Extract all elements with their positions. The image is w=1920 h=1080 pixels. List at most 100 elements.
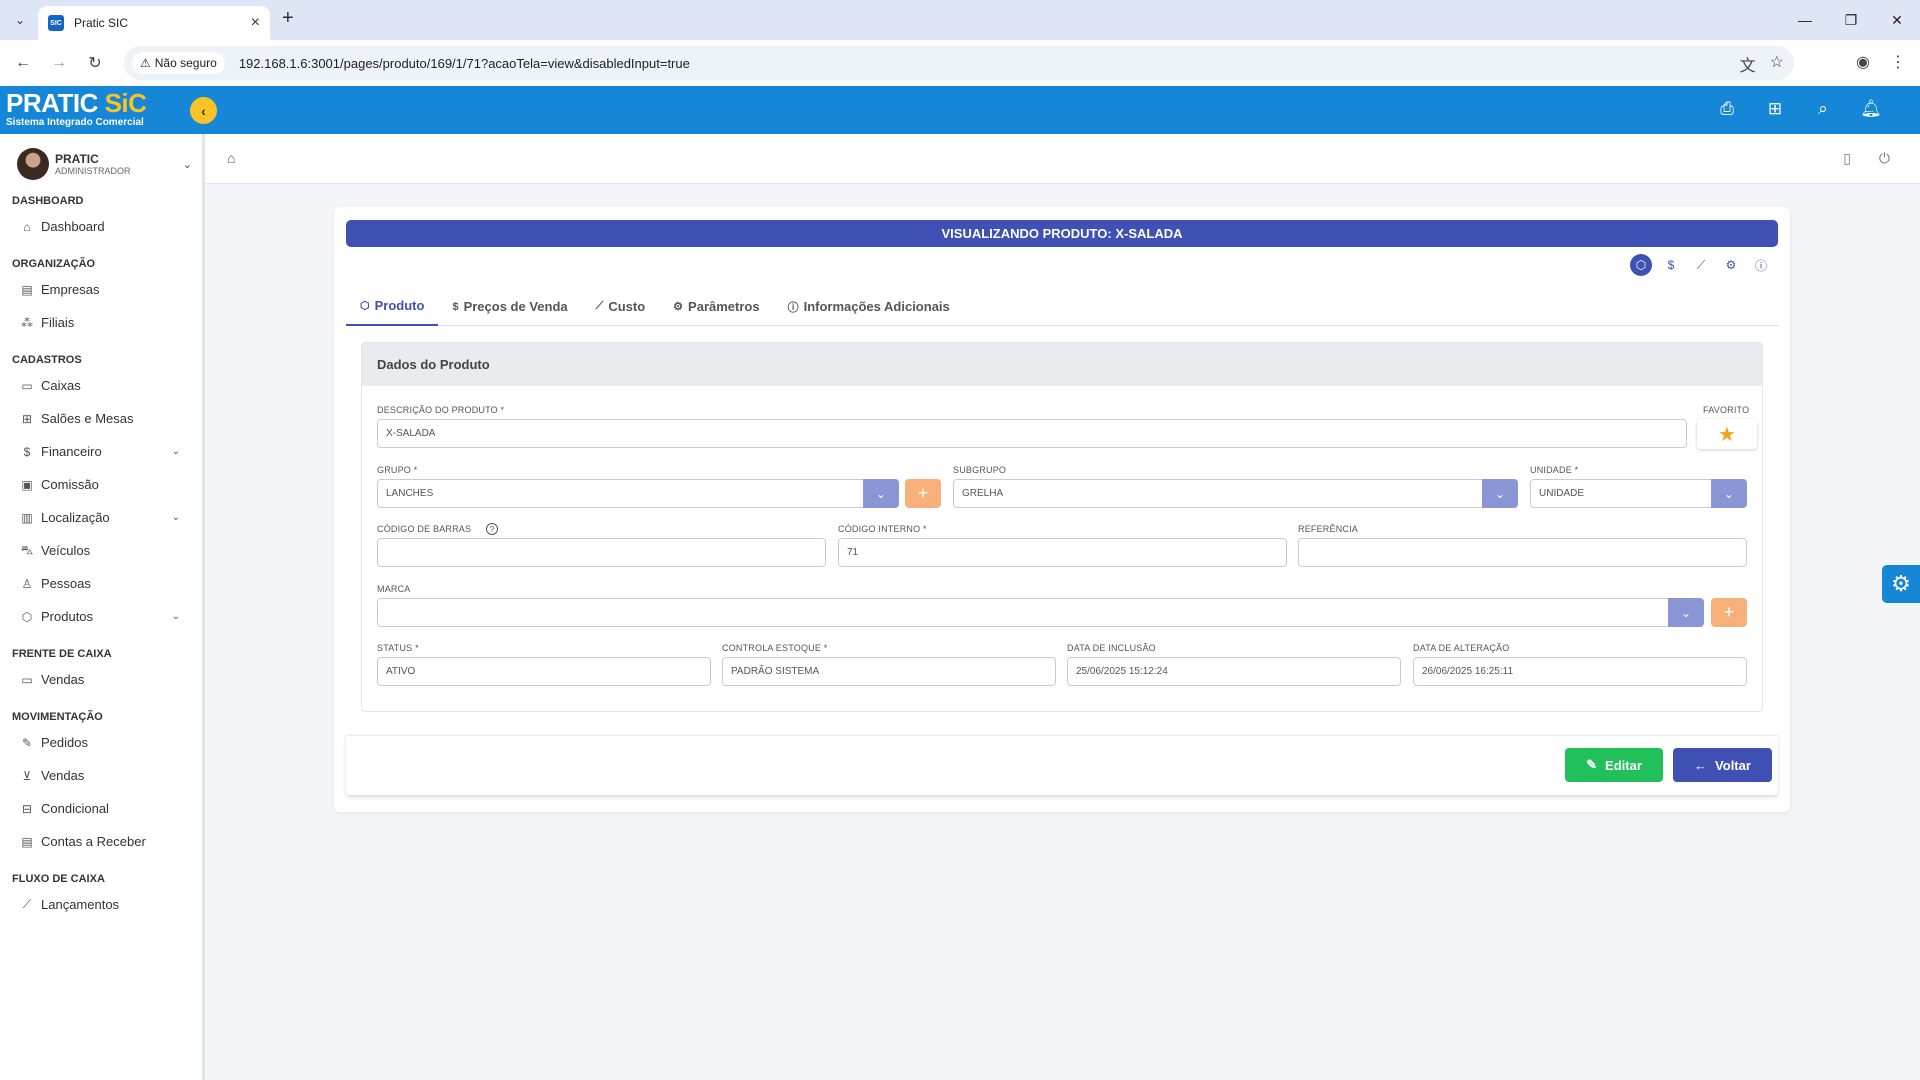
chevron-down-icon: ⌄ <box>875 486 887 501</box>
tab-search-icon[interactable]: ⌄ <box>8 8 32 32</box>
sidebar-item-localizacao[interactable]: ▥ Localização ⌄ <box>0 501 200 534</box>
sidebar-item-pedidos[interactable]: ✎ Pedidos <box>0 726 200 759</box>
controla-estoque-label: CONTROLA ESTOQUE * <box>722 643 828 653</box>
back-arrow-icon[interactable]: ← <box>12 52 34 74</box>
favorito-label: FAVORITO <box>1703 405 1750 415</box>
sidebar-item-contas-receber[interactable]: ▤ Contas a Receber <box>0 825 200 858</box>
sidebar-item-produtos[interactable]: ⬡ Produtos ⌄ <box>0 600 200 633</box>
codigo-interno-field[interactable]: 71 <box>838 538 1287 567</box>
user-icon: ♙ <box>21 576 33 591</box>
sidebar-item-financeiro[interactable]: $ Financeiro ⌄ <box>0 435 200 468</box>
bookmark-star-icon[interactable]: ☆ <box>1770 52 1784 76</box>
tab-precos-venda[interactable]: $ Preços de Venda <box>438 287 581 326</box>
info-icon[interactable]: ⓘ <box>1750 254 1772 276</box>
chevron-down-icon[interactable]: ⌄ <box>183 158 192 171</box>
product-data-panel: Dados do Produto DESCRIÇÃO DO PRODUTO * … <box>361 342 1763 712</box>
close-window-icon[interactable]: ✕ <box>1874 0 1920 40</box>
arrow-left-icon: ← <box>1694 757 1708 773</box>
help-icon[interactable]: ? <box>486 523 498 535</box>
sidebar-item-condicional[interactable]: ⊟ Condicional <box>0 792 200 825</box>
sidebar-item-empresas[interactable]: ▤ Empresas <box>0 273 200 306</box>
reload-icon[interactable]: ↻ <box>84 52 106 74</box>
box-icon[interactable]: ⬡ <box>1630 254 1652 276</box>
browser-tabbar: ⌄ SIC Pratic SIC × + — ❐ ✕ <box>0 0 1920 40</box>
bell-icon[interactable]: 🔔︎ <box>1860 99 1882 118</box>
apps-grid-icon[interactable]: ⊞ <box>1766 99 1784 118</box>
sidebar-item-comissao[interactable]: ▣ Comissão <box>0 468 200 501</box>
sidebar-item-pessoas[interactable]: ♙ Pessoas <box>0 567 200 600</box>
descricao-field[interactable]: X-SALADA <box>377 419 1687 448</box>
sidebar-item-lancamentos[interactable]: ⟋ Lançamentos <box>0 888 200 921</box>
subgrupo-dropdown-button[interactable]: ⌄ <box>1482 479 1518 508</box>
add-marca-button[interactable]: + <box>1711 598 1747 627</box>
status-field[interactable]: ATIVO <box>377 657 711 686</box>
info-icon: ⓘ <box>787 301 799 314</box>
data-alteracao-field[interactable]: 26/06/2025 16:25:11 <box>1413 657 1747 686</box>
logo-accent: SiC <box>104 88 147 118</box>
briefcase-icon: ⊟ <box>21 801 33 816</box>
unidade-dropdown-button[interactable]: ⌄ <box>1711 479 1747 508</box>
url-text[interactable]: 192.168.1.6:3001/pages/produto/169/1/71?… <box>239 56 690 71</box>
marca-dropdown-button[interactable]: ⌄ <box>1668 598 1704 627</box>
user-menu[interactable]: PRATIC ADMINISTRADOR ⌄ <box>17 144 192 184</box>
edit-button[interactable]: ✎ Editar <box>1565 748 1663 782</box>
back-button[interactable]: ← Voltar <box>1673 748 1772 782</box>
unidade-select[interactable]: UNIDADE <box>1530 479 1712 508</box>
address-bar[interactable]: ⚠ Não seguro 192.168.1.6:3001/pages/prod… <box>124 46 1794 80</box>
translate-icon[interactable]: 文 <box>1740 52 1756 76</box>
descricao-label: DESCRIÇÃO DO PRODUTO * <box>377 405 505 415</box>
search-icon[interactable]: ⌕ <box>1814 99 1832 118</box>
tab-informacoes-adicionais[interactable]: ⓘ Informações Adicionais <box>774 287 964 326</box>
tab-close-icon[interactable]: × <box>251 14 260 32</box>
minimize-icon[interactable]: — <box>1782 0 1828 40</box>
chart-icon[interactable]: ⟋ <box>1690 254 1712 276</box>
grupo-select[interactable]: LANCHES <box>377 479 864 508</box>
sidebar-item-saloes-mesas[interactable]: ⊞ Salões e Mesas <box>0 402 200 435</box>
sidebar-item-dashboard[interactable]: ⌂ Dashboard <box>0 210 200 243</box>
dollar-icon[interactable]: $ <box>1660 254 1682 276</box>
forward-arrow-icon[interactable]: → <box>48 52 70 74</box>
subgrupo-select[interactable]: GRELHA <box>953 479 1483 508</box>
grupo-dropdown-button[interactable]: ⌄ <box>863 479 899 508</box>
profile-icon[interactable]: ◉ <box>1856 52 1870 72</box>
favorite-star-button[interactable]: ★ <box>1697 419 1757 449</box>
avatar <box>17 148 49 180</box>
tab-produto[interactable]: ⬡ Produto <box>346 287 439 326</box>
tab-custo[interactable]: ⟋ Custo <box>582 287 660 326</box>
sidebar-item-veiculos[interactable]: ⛍ Veículos <box>0 534 200 567</box>
unidade-label: UNIDADE * <box>1530 465 1579 475</box>
monitor-icon: ▭ <box>21 378 33 393</box>
calculator-icon[interactable]: ▯ <box>1843 150 1851 167</box>
codigo-barras-field[interactable] <box>377 538 826 567</box>
marca-select[interactable] <box>377 598 1669 627</box>
browser-tab[interactable]: SIC Pratic SIC × <box>38 6 270 40</box>
grupo-label: GRUPO * <box>377 465 418 475</box>
sidebar-item-caixas[interactable]: ▭ Caixas <box>0 369 200 402</box>
cart-icon: ⊻ <box>22 768 32 783</box>
sidebar-item-filiais[interactable]: ⁂ Filiais <box>0 306 200 339</box>
browser-menu-icon[interactable]: ⋮ <box>1890 52 1906 72</box>
data-inclusao-field[interactable]: 25/06/2025 15:12:24 <box>1067 657 1401 686</box>
sidebar-item-vendas[interactable]: ⊻ Vendas <box>0 759 200 792</box>
network-icon: ⁂ <box>21 315 33 330</box>
tab-parametros[interactable]: ⚙ Parâmetros <box>659 287 773 326</box>
sidebar-collapse-button[interactable]: ‹ <box>190 97 217 124</box>
printer-icon[interactable]: ⎙ <box>1718 99 1736 118</box>
add-grupo-button[interactable]: + <box>905 479 941 508</box>
chevron-down-icon: ⌄ <box>1680 605 1692 620</box>
warning-icon: ⚠ <box>140 56 151 70</box>
controla-estoque-field[interactable]: PADRÃO SISTEMA <box>722 657 1056 686</box>
restore-icon[interactable]: ❐ <box>1828 0 1874 40</box>
logo[interactable]: PRATIC SiC Sistema Integrado Comercial <box>6 88 147 129</box>
gear-icon[interactable]: ⚙ <box>1720 254 1742 276</box>
new-tab-icon[interactable]: + <box>282 7 294 30</box>
referencia-field[interactable] <box>1298 538 1747 567</box>
home-icon[interactable]: ⌂ <box>227 150 235 166</box>
sidebar: PRATIC ADMINISTRADOR ⌄ DASHBOARD ⌂ Dashbo… <box>0 134 205 1080</box>
home-icon: ⌂ <box>23 219 31 234</box>
box-icon: ⬡ <box>360 300 370 312</box>
settings-fab-button[interactable]: ⚙ <box>1882 565 1920 603</box>
power-icon[interactable]: ⏻ <box>1879 150 1890 167</box>
sidebar-item-vendas-pdv[interactable]: ▭ Vendas <box>0 663 200 696</box>
security-chip[interactable]: ⚠ Não seguro <box>132 52 225 74</box>
